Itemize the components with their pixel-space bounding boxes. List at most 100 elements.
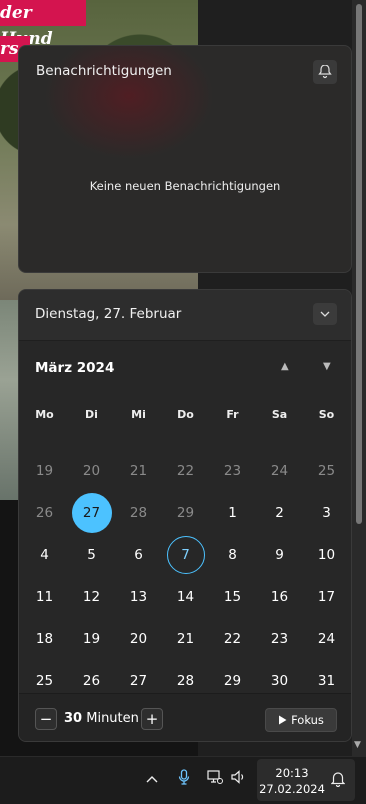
calendar-day-number: 23 xyxy=(223,463,242,479)
increase-minutes-button[interactable]: + xyxy=(141,708,163,730)
calendar-day[interactable]: 23 xyxy=(256,618,303,660)
focus-assist-button[interactable] xyxy=(313,60,337,84)
clock-date: 27.02.2024 xyxy=(259,782,325,796)
calendar-day[interactable]: 22 xyxy=(162,450,209,492)
bell-icon xyxy=(331,772,345,787)
calendar-day[interactable]: 25 xyxy=(303,450,350,492)
calendar-day[interactable]: 16 xyxy=(256,576,303,618)
weekday-label: Mo xyxy=(35,408,54,421)
calendar-day[interactable]: 19 xyxy=(21,450,68,492)
focus-timer-bar: − 30 Minuten + Fokus xyxy=(19,693,351,741)
calendar-day[interactable]: 6 xyxy=(115,534,162,576)
calendar-day[interactable]: 15 xyxy=(209,576,256,618)
calendar-day[interactable]: 21 xyxy=(162,618,209,660)
previous-month-button[interactable]: ▲ xyxy=(281,361,289,372)
scrollbar-thumb[interactable] xyxy=(356,4,362,524)
calendar-day[interactable]: 28 xyxy=(115,492,162,534)
calendar-day-today[interactable]: 27 xyxy=(68,492,115,534)
volume-button[interactable] xyxy=(231,770,247,788)
scroll-down-arrow-icon[interactable]: ▼ xyxy=(354,740,361,750)
calendar-day-number: 29 xyxy=(223,673,242,689)
calendar-day-number: 13 xyxy=(129,589,148,605)
empty-notifications-text: Keine neuen Benachrichtigungen xyxy=(89,179,281,193)
focus-minutes-value: 30 xyxy=(64,711,83,726)
focus-button-label: Fokus xyxy=(291,713,324,727)
calendar-day-number: 2 xyxy=(275,505,284,521)
play-icon xyxy=(279,715,287,725)
calendar-day-selected[interactable]: 7 xyxy=(162,534,209,576)
clock-time: 20:13 xyxy=(275,766,309,780)
microphone-icon xyxy=(178,769,190,785)
focus-duration: 30 Minuten xyxy=(64,711,139,726)
calendar-day[interactable]: 1 xyxy=(209,492,256,534)
weekday-label: Mi xyxy=(131,408,146,421)
calendar-day[interactable]: 11 xyxy=(21,576,68,618)
selected-date-label: Dienstag, 27. Februar xyxy=(35,306,182,322)
calendar-day-number: 26 xyxy=(82,673,101,689)
calendar-day[interactable]: 14 xyxy=(162,576,209,618)
calendar-day-number: 27 xyxy=(129,673,148,689)
calendar-day[interactable]: 10 xyxy=(303,534,350,576)
calendar-day[interactable]: 24 xyxy=(303,618,350,660)
calendar-day-number: 21 xyxy=(176,631,195,647)
calendar-day-number: 4 xyxy=(40,547,49,563)
calendar-day-number: 24 xyxy=(317,631,336,647)
calendar-week-row: 4 5 6 7 8 9 10 xyxy=(21,534,351,576)
calendar-day[interactable]: 20 xyxy=(68,450,115,492)
calendar-week-row: 26 27 28 29 1 2 3 xyxy=(21,492,351,534)
decrease-minutes-button[interactable]: − xyxy=(35,708,57,730)
calendar-day[interactable]: 18 xyxy=(21,618,68,660)
calendar-day[interactable]: 2 xyxy=(256,492,303,534)
calendar-day[interactable]: 5 xyxy=(68,534,115,576)
calendar-day[interactable]: 3 xyxy=(303,492,350,534)
calendar-day[interactable]: 26 xyxy=(21,492,68,534)
show-hidden-icons-button[interactable] xyxy=(146,771,158,787)
calendar-day-number: 9 xyxy=(275,547,284,563)
calendar-day[interactable]: 21 xyxy=(115,450,162,492)
calendar-day[interactable]: 23 xyxy=(209,450,256,492)
calendar-day-number: 3 xyxy=(322,505,331,521)
calendar-day[interactable]: 19 xyxy=(68,618,115,660)
start-focus-button[interactable]: Fokus xyxy=(265,708,337,732)
calendar-day-number: 15 xyxy=(223,589,242,605)
calendar-day-number: 1 xyxy=(228,505,237,521)
clock-notification-button[interactable]: 20:13 27.02.2024 xyxy=(257,759,355,801)
calendar-header: Dienstag, 27. Februar xyxy=(19,290,351,341)
calendar-day[interactable]: 4 xyxy=(21,534,68,576)
calendar-day[interactable]: 8 xyxy=(209,534,256,576)
calendar-day[interactable]: 12 xyxy=(68,576,115,618)
calendar-week-row: 11 12 13 14 15 16 17 xyxy=(21,576,351,618)
weekday-header: Mo Di Mi Do Fr Sa So xyxy=(21,408,351,421)
calendar-week-row: 18 19 20 21 22 23 24 xyxy=(21,618,351,660)
calendar-day[interactable]: 22 xyxy=(209,618,256,660)
weekday-label: Do xyxy=(177,408,194,421)
calendar-day[interactable]: 20 xyxy=(115,618,162,660)
calendar-day-number: 25 xyxy=(35,673,54,689)
collapse-calendar-button[interactable] xyxy=(313,303,337,325)
network-icon xyxy=(207,770,223,784)
chevron-up-icon xyxy=(146,776,158,783)
calendar-day-number: 6 xyxy=(134,547,143,563)
calendar-panel: Dienstag, 27. Februar März 2024 ▲ ▼ Mo Di… xyxy=(18,289,352,742)
speaker-icon xyxy=(231,770,244,784)
calendar-day[interactable]: 9 xyxy=(256,534,303,576)
calendar-day[interactable]: 13 xyxy=(115,576,162,618)
calendar-grid: 19 20 21 22 23 24 25 26 27 28 29 1 2 3 4 5 6 7 8 9 10 11 12 13 1… xyxy=(21,450,351,702)
calendar-day-number: 19 xyxy=(82,631,101,647)
next-month-button[interactable]: ▼ xyxy=(323,361,331,372)
month-title[interactable]: März 2024 xyxy=(35,360,114,376)
wallpaper-headline-1: der Hund xyxy=(0,0,86,49)
calendar-day-number: 20 xyxy=(129,631,148,647)
calendar-day[interactable]: 29 xyxy=(162,492,209,534)
calendar-day-number: 19 xyxy=(35,463,54,479)
focus-minutes-unit: Minuten xyxy=(86,711,139,726)
calendar-day[interactable]: 17 xyxy=(303,576,350,618)
calendar-day-number: 26 xyxy=(35,505,54,521)
calendar-day-number: 8 xyxy=(228,547,237,563)
calendar-day-number: 11 xyxy=(35,589,54,605)
microphone-button[interactable] xyxy=(178,769,190,789)
calendar-day-number: 27 xyxy=(71,493,112,533)
network-button[interactable] xyxy=(207,770,223,788)
weekday-label: Sa xyxy=(271,408,288,421)
calendar-day[interactable]: 24 xyxy=(256,450,303,492)
